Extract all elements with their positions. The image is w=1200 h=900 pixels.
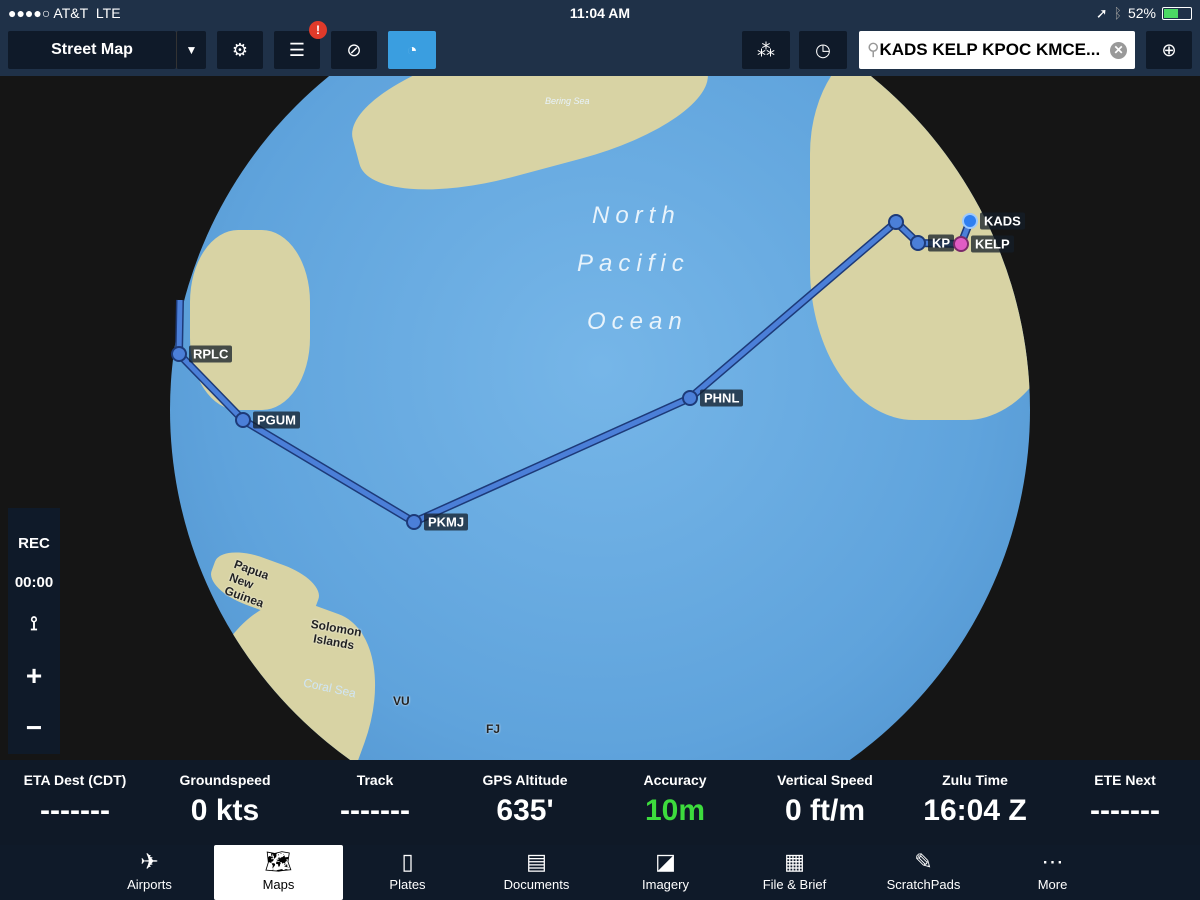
instrument-label: Zulu Time [942,772,1008,788]
instrument-value: 16:04 Z [923,794,1027,827]
map-type-dropdown-icon[interactable]: ▼ [176,31,206,69]
map-type-button[interactable]: Street Map [8,31,176,69]
instruments-gauge-icon[interactable]: ◔ [388,31,436,69]
tab-label: Imagery [642,877,689,892]
instrument-value: ------- [1090,794,1160,827]
map-view[interactable]: Bering Sea North Pacific Ocean Papua New… [0,76,1200,760]
tab-label: Documents [503,877,570,892]
route-editor-icon[interactable]: ⟟ [8,598,60,650]
search-input[interactable]: ⚲ KADS KELP KPOC KMCE... ✕ [859,31,1135,69]
imagery-icon: ◪ [655,849,676,874]
waypoint-marker[interactable] [682,390,698,406]
tab-label: Airports [127,877,172,892]
tab-label: More [1037,877,1068,892]
scratchpad-icon: ✎ [914,849,933,874]
waypoint-label[interactable]: PHNL [700,389,744,407]
search-value: KADS KELP KPOC KMCE... [879,40,1101,59]
instrument-label: ETA Dest (CDT) [23,772,127,788]
waypoint-marker[interactable] [171,346,187,362]
tab-documents[interactable]: ▤ Documents [472,845,601,900]
ownship-icon [962,213,978,229]
instrument-cell[interactable]: Track ------- [300,760,450,845]
waypoint-marker[interactable] [235,412,251,428]
waypoint-label[interactable]: KP [928,234,955,252]
waypoint-marker[interactable] [888,214,904,230]
instrument-label: GPS Altitude [482,772,568,788]
tab-label: ScratchPads [886,877,961,892]
tab-label: File & Brief [762,877,827,892]
route-globe-icon[interactable]: ⊘ [331,31,377,69]
instrument-cell[interactable]: Vertical Speed 0 ft/m [750,760,900,845]
instrument-value: 0 ft/m [784,794,865,827]
documents-icon: ▤ [526,849,547,874]
route-line[interactable] [0,76,1200,760]
waypoint-label[interactable]: KELP [971,235,1014,253]
instrument-cell[interactable]: Accuracy 10m [600,760,750,845]
search-icon: ⚲ [867,40,880,59]
zoom-in-icon[interactable]: + [8,650,60,702]
rec-timer: 00:00 [14,574,54,591]
instrument-value: ------- [340,794,410,827]
plates-icon: ▯ [401,849,414,874]
tab-airports[interactable]: ✈ Airports [85,845,214,900]
tab-file-brief[interactable]: ▦ File & Brief [730,845,859,900]
waypoint-label[interactable]: PGUM [253,411,300,429]
waypoint-label[interactable]: KADS [980,212,1025,230]
waypoint-label[interactable]: RPLC [189,345,233,363]
recent-clock-icon[interactable]: ◷ [799,31,847,69]
instrument-value: ------- [40,794,110,827]
instrument-cell[interactable]: Zulu Time 16:04 Z [900,760,1050,845]
instrument-label: Groundspeed [179,772,271,788]
instrument-label: ETE Next [1094,772,1156,788]
tab-imagery[interactable]: ◪ Imagery [601,845,730,900]
instrument-value: 635' [496,794,554,827]
instrument-cell[interactable]: ETE Next ------- [1050,760,1200,845]
instrument-value: 10m [644,794,706,827]
file-brief-icon: ▦ [784,849,805,874]
rec-button[interactable]: REC [18,535,50,552]
map-icon: 🗺 [264,849,293,874]
alert-badge: ! [309,21,327,39]
waypoint-label[interactable]: PKMJ [424,513,469,531]
toolbar: Street Map ▼ ⚙ ☰ ! ⊘ ◔ ⁂ ◷ ⚲ KADS KELP KP… [0,21,1200,76]
tab-more[interactable]: ⋯ More [988,845,1117,900]
more-icon: ⋯ [1041,849,1064,874]
waypoint-marker[interactable] [910,235,926,251]
clock: 11:04 AM [569,5,631,21]
destination-marker[interactable] [953,236,969,252]
instrument-cell[interactable]: ETA Dest (CDT) ------- [0,760,150,845]
settings-gear-icon[interactable]: ⚙ [217,31,263,69]
tab-plates[interactable]: ▯ Plates [343,845,472,900]
center-location-icon[interactable]: ⊕ [1146,31,1192,69]
instrument-value: 0 kts [190,794,260,827]
tab-maps[interactable]: 🗺 Maps [214,845,343,900]
airport-icon: ✈ [140,849,159,874]
tab-bar: ✈ Airports 🗺 Maps ▯ Plates ▤ Documents ◪ Imagery ▦… [0,845,1200,900]
zoom-out-icon[interactable]: − [8,702,60,754]
instrument-cell[interactable]: Groundspeed 0 kts [150,760,300,845]
instrument-label: Accuracy [643,772,707,788]
instrument-label: Track [356,772,394,788]
instrument-panel: ETA Dest (CDT) ------- Groundspeed 0 kts Tra… [0,760,1200,845]
favorites-stars-icon[interactable]: ⁂ [742,31,790,69]
waypoint-marker[interactable] [406,514,422,530]
instrument-label: Vertical Speed [777,772,873,788]
tab-label: Plates [389,877,426,892]
tab-label: Maps [262,877,295,892]
status-bar: ●●●●○ AT&T LTE 11:04 AM ➚ ᛒ 52% [0,0,1200,26]
instrument-cell[interactable]: GPS Altitude 635' [450,760,600,845]
clear-search-icon[interactable]: ✕ [1110,41,1127,59]
tab-scratchpads[interactable]: ✎ ScratchPads [859,845,988,900]
